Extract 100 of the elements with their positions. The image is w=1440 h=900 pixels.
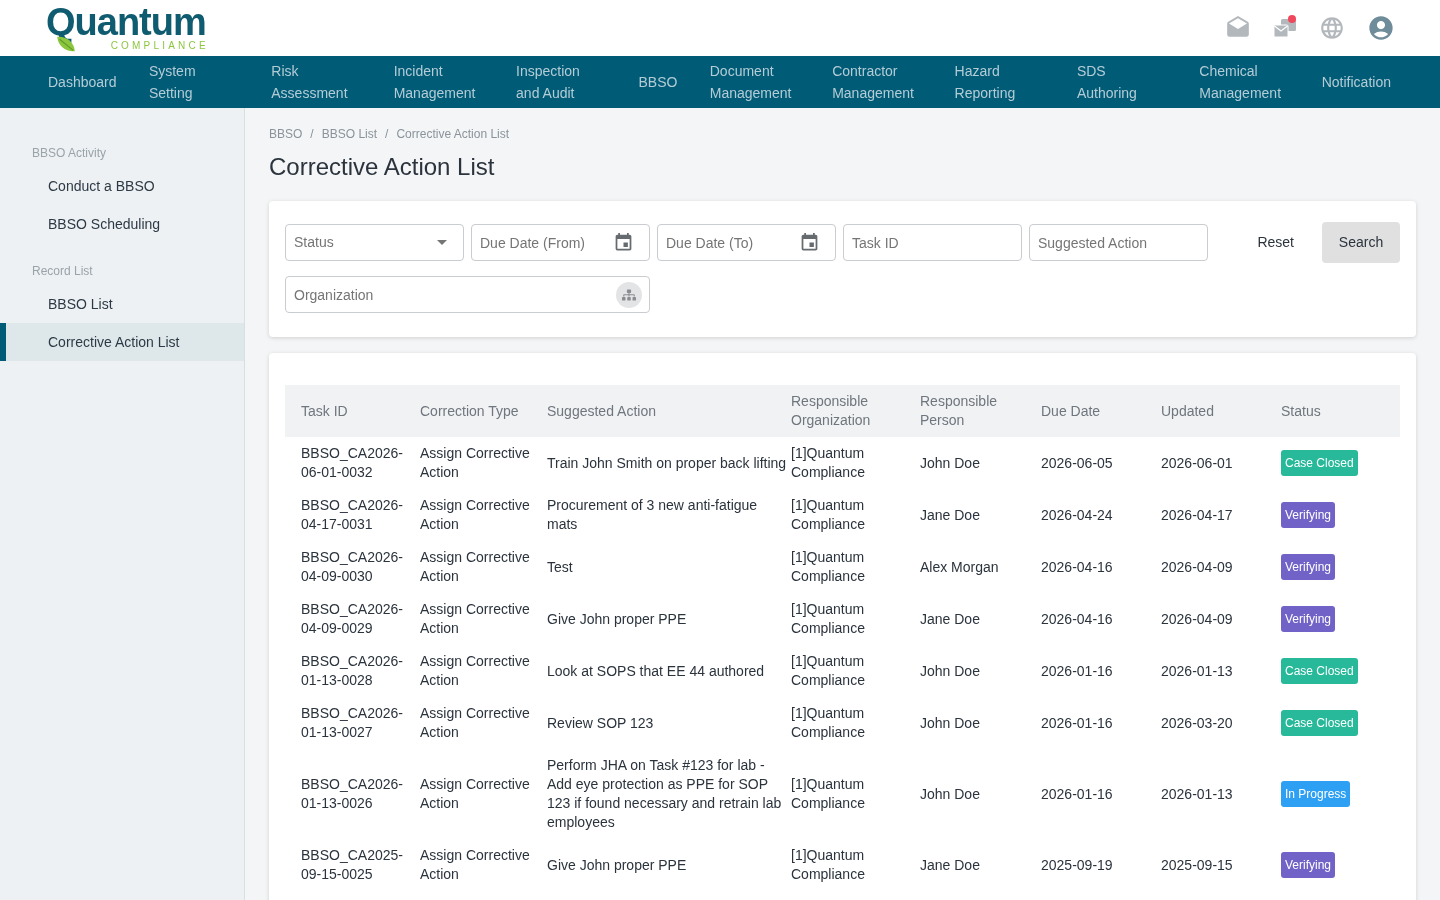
nav-link[interactable]: Inspection and Audit bbox=[516, 60, 607, 104]
suggested-action-cell: Perform JHA on Task #123 for lab - Add eye protection as PPE for SOP 123 if found necessary and retrain lab employees bbox=[547, 749, 791, 839]
nav-link[interactable]: System Setting bbox=[148, 60, 239, 104]
nav-link[interactable]: Risk Assessment bbox=[271, 60, 362, 104]
correction-type-cell-text: Assign Corrective Action bbox=[420, 652, 531, 690]
suggested-action-cell: Review SOP 123 bbox=[547, 697, 791, 749]
nav-link[interactable]: Hazard Reporting bbox=[954, 60, 1045, 104]
due-date-cell: 2026-04-16 bbox=[1041, 541, 1161, 593]
updated-cell: 2026-01-13 bbox=[1161, 749, 1281, 839]
suggested-action-cell: Look at SOPS that EE 44 authored bbox=[547, 645, 791, 697]
page-title: Corrective Action List bbox=[269, 152, 496, 182]
task-id-cell: BBSO_CA2026-06-01-0032 bbox=[285, 437, 420, 489]
suggested-action-cell: Give John proper PPE bbox=[547, 839, 791, 891]
person-cell: John Doe bbox=[920, 645, 1041, 697]
nav-link[interactable]: Incident Management bbox=[393, 60, 484, 104]
sidebar-item[interactable]: BBSO Scheduling bbox=[0, 205, 244, 243]
input-field[interactable]: Suggested Action bbox=[1029, 224, 1208, 261]
user-avatar-icon[interactable] bbox=[1367, 14, 1395, 42]
updated-cell: 2026-06-01 bbox=[1161, 437, 1281, 489]
status-tag: Verifying bbox=[1281, 502, 1336, 528]
nav-link[interactable]: Document Management bbox=[709, 60, 800, 104]
column-header: Updated bbox=[1161, 385, 1281, 437]
reset-button[interactable]: Reset bbox=[1243, 222, 1308, 263]
globe-icon[interactable] bbox=[1319, 15, 1345, 41]
correction-type-cell: Assign Corrective Action bbox=[420, 541, 547, 593]
nav-link[interactable]: Dashboard bbox=[48, 71, 117, 93]
input-field[interactable]: Task ID bbox=[843, 224, 1022, 261]
task-id-cell: BBSO_CA2026-01-13-0028 bbox=[285, 645, 420, 697]
calendar-icon[interactable] bbox=[613, 232, 634, 253]
updated-cell: 2026-04-09 bbox=[1161, 541, 1281, 593]
nav-link[interactable]: Contractor Management bbox=[832, 60, 923, 104]
date-field[interactable]: Due Date (To) bbox=[657, 224, 836, 261]
updated-cell: 2026-03-20 bbox=[1161, 697, 1281, 749]
due-date-cell: 2026-04-16 bbox=[1041, 593, 1161, 645]
organization-cell: [1]Quantum Compliance bbox=[791, 489, 920, 541]
status-tag: Case Closed bbox=[1281, 450, 1358, 476]
due-date-cell: 2025-09-19 bbox=[1041, 839, 1161, 891]
column-header: Status bbox=[1281, 385, 1400, 437]
nav-link[interactable]: BBSO bbox=[638, 71, 678, 93]
sidebar-section-title: BBSO Activity bbox=[31, 145, 108, 161]
task-id-cell: BBSO_CA2025-09-15-0025 bbox=[285, 839, 420, 891]
status-tag: Verifying bbox=[1281, 554, 1336, 580]
column-header: Responsible Person bbox=[920, 385, 1041, 437]
status-tag: Verifying bbox=[1281, 606, 1336, 632]
mail-card-icon[interactable] bbox=[1273, 18, 1297, 38]
task-id-cell: BBSO_CA2026-04-09-0030 bbox=[285, 541, 420, 593]
organization-cell: [1]Quantum Compliance bbox=[791, 839, 920, 891]
organization-cell: [1]Quantum Compliance bbox=[791, 541, 920, 593]
updated-cell: 2026-04-17 bbox=[1161, 489, 1281, 541]
sidebar-item[interactable]: BBSO List bbox=[0, 285, 244, 323]
person-cell: John Doe bbox=[920, 697, 1041, 749]
sidebar-item[interactable]: Corrective Action List bbox=[0, 323, 244, 361]
due-date-cell: 2026-04-24 bbox=[1041, 489, 1161, 541]
calendar-icon[interactable] bbox=[799, 232, 820, 253]
caret-icon bbox=[437, 240, 447, 245]
column-header: Correction Type bbox=[420, 385, 547, 437]
breadcrumb-link[interactable]: BBSO List bbox=[321, 126, 378, 142]
correction-type-cell: Assign Corrective Action bbox=[420, 593, 547, 645]
organization-cell: [1]Quantum Compliance bbox=[791, 437, 920, 489]
status-tag: Case Closed bbox=[1281, 658, 1358, 684]
task-id-cell: BBSO_CA2026-04-09-0029 bbox=[285, 593, 420, 645]
column-header: Task ID bbox=[285, 385, 420, 437]
person-cell: Jane Doe bbox=[920, 593, 1041, 645]
breadcrumb-link[interactable]: Corrective Action List bbox=[396, 126, 510, 142]
organization-cell: [1]Quantum Compliance bbox=[791, 593, 920, 645]
logo-tagline: COMPLIANCE bbox=[110, 40, 209, 51]
status-select[interactable]: Status bbox=[285, 224, 464, 261]
breadcrumb-link[interactable]: BBSO bbox=[269, 126, 303, 142]
sidebar-item[interactable]: Conduct a BBSO bbox=[0, 167, 244, 205]
task-id-cell: BBSO_CA2026-01-13-0027 bbox=[285, 697, 420, 749]
person-cell: Jane Doe bbox=[920, 839, 1041, 891]
updated-cell: 2026-01-13 bbox=[1161, 645, 1281, 697]
organization-cell: [1]Quantum Compliance bbox=[791, 645, 920, 697]
status-tag: Case Closed bbox=[1281, 710, 1358, 736]
search-button[interactable]: Search bbox=[1322, 222, 1400, 263]
nav-link[interactable]: Chemical Management bbox=[1199, 60, 1290, 104]
organization-field[interactable]: Organization bbox=[285, 276, 650, 313]
sidebar-section-title: Record List bbox=[31, 263, 94, 279]
column-header: Responsible Organization bbox=[791, 385, 920, 437]
organization-cell: [1]Quantum Compliance bbox=[791, 749, 920, 839]
updated-cell: 2025-09-15 bbox=[1161, 839, 1281, 891]
person-cell: Jane Doe bbox=[920, 489, 1041, 541]
nav-link[interactable]: Notification bbox=[1321, 71, 1391, 93]
correction-type-cell: Assign Corrective Action bbox=[420, 839, 547, 891]
suggested-action-cell: Train John Smith on proper back lifting bbox=[547, 437, 791, 489]
updated-cell: 2026-04-09 bbox=[1161, 593, 1281, 645]
nav-link[interactable]: SDS Authoring bbox=[1076, 60, 1167, 104]
person-cell: Alex Morgan bbox=[920, 541, 1041, 593]
status-tag: In Progress bbox=[1281, 781, 1351, 807]
breadcrumb-separator: / bbox=[385, 126, 389, 142]
person-cell: John Doe bbox=[920, 749, 1041, 839]
column-header: Suggested Action bbox=[547, 385, 791, 437]
suggested-action-cell: Test bbox=[547, 541, 791, 593]
task-id-cell: BBSO_CA2026-01-13-0026 bbox=[285, 749, 420, 839]
due-date-cell: 2026-01-16 bbox=[1041, 697, 1161, 749]
date-field[interactable]: Due Date (From) bbox=[471, 224, 650, 261]
due-date-cell: 2026-01-16 bbox=[1041, 645, 1161, 697]
suggested-action-cell: Give John proper PPE bbox=[547, 593, 791, 645]
correction-type-cell: Assign Corrective Action bbox=[420, 437, 547, 489]
organization-cell: [1]Quantum Compliance bbox=[791, 697, 920, 749]
